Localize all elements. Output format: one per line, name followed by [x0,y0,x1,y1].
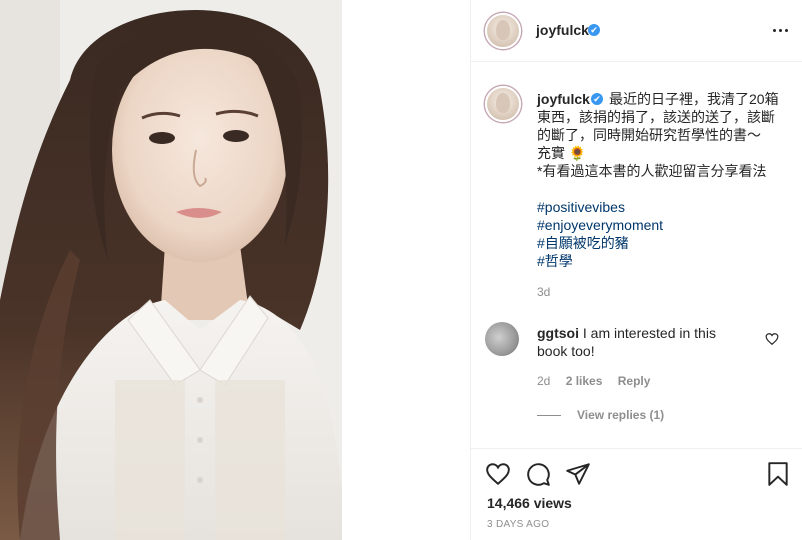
reply-button[interactable]: Reply [618,374,651,388]
author-avatar[interactable] [485,13,521,49]
hashtag-link[interactable]: #positivevibes [537,198,795,216]
caption-author-avatar[interactable] [485,86,521,122]
comment-text-line: I am interested in this [582,325,716,341]
share-icon[interactable] [565,461,591,487]
photo-margin [342,0,470,540]
comment-likes[interactable]: 2 likes [566,374,603,388]
instagram-post: joyfulck ✔ joyfulck ✔ 最近的日子裡，我清了20箱 東西，該… [0,0,802,540]
hashtag-link[interactable]: #哲學 [537,252,795,270]
commenter-username[interactable]: ggtsoi [537,325,579,341]
bookmark-icon[interactable] [765,461,791,487]
more-options-icon[interactable] [771,23,791,39]
divider [537,415,561,417]
hashtag-link[interactable]: #enjoyeverymoment [537,216,795,234]
like-comment-icon[interactable] [765,332,779,346]
caption-timestamp[interactable]: 3d [537,285,550,299]
verified-badge-icon: ✔ [588,24,600,36]
comment-icon[interactable] [525,461,551,487]
caption-line: *有看過這本書的人歡迎留言分享看法 [537,163,767,179]
comment-meta: 2d 2 likes Reply [537,374,662,388]
post-photo[interactable] [0,0,470,540]
hashtag-link[interactable]: #自願被吃的豬 [537,234,795,252]
comment-timestamp[interactable]: 2d [537,374,550,388]
caption-line: 東西，該捐的捐了，該送的送了，該斷 [537,109,775,125]
view-replies-button[interactable]: View replies (1) [537,408,664,422]
post-side-panel: joyfulck ✔ joyfulck ✔ 最近的日子裡，我清了20箱 東西，該… [470,0,802,540]
heart-icon[interactable] [485,461,511,487]
comment-text-line: book too! [537,343,595,359]
post-actions: 14,466 views 3 DAYS AGO [471,448,802,540]
verified-badge-icon: ✔ [591,93,603,105]
post-timestamp[interactable]: 3 DAYS AGO [487,519,549,530]
caption-username[interactable]: joyfulck [537,91,590,107]
view-count[interactable]: 14,466 views [487,495,572,511]
caption-line: 充實 🌻 [537,145,587,161]
caption-line: 最近的日子裡，我清了20箱 [609,91,779,107]
comment: ggtsoi I am interested in this book too! [537,324,747,360]
comments-section: joyfulck ✔ 最近的日子裡，我清了20箱 東西，該捐的捐了，該送的送了，… [471,62,802,454]
commenter-avatar[interactable] [485,322,519,356]
post-header: joyfulck ✔ [471,0,802,62]
author-username[interactable]: joyfulck [536,22,589,38]
caption-line: 的斷了，同時開始研究哲學性的書～ [537,127,761,143]
post-caption: joyfulck ✔ 最近的日子裡，我清了20箱 東西，該捐的捐了，該送的送了，… [537,90,795,270]
view-replies-label: View replies (1) [577,408,665,422]
